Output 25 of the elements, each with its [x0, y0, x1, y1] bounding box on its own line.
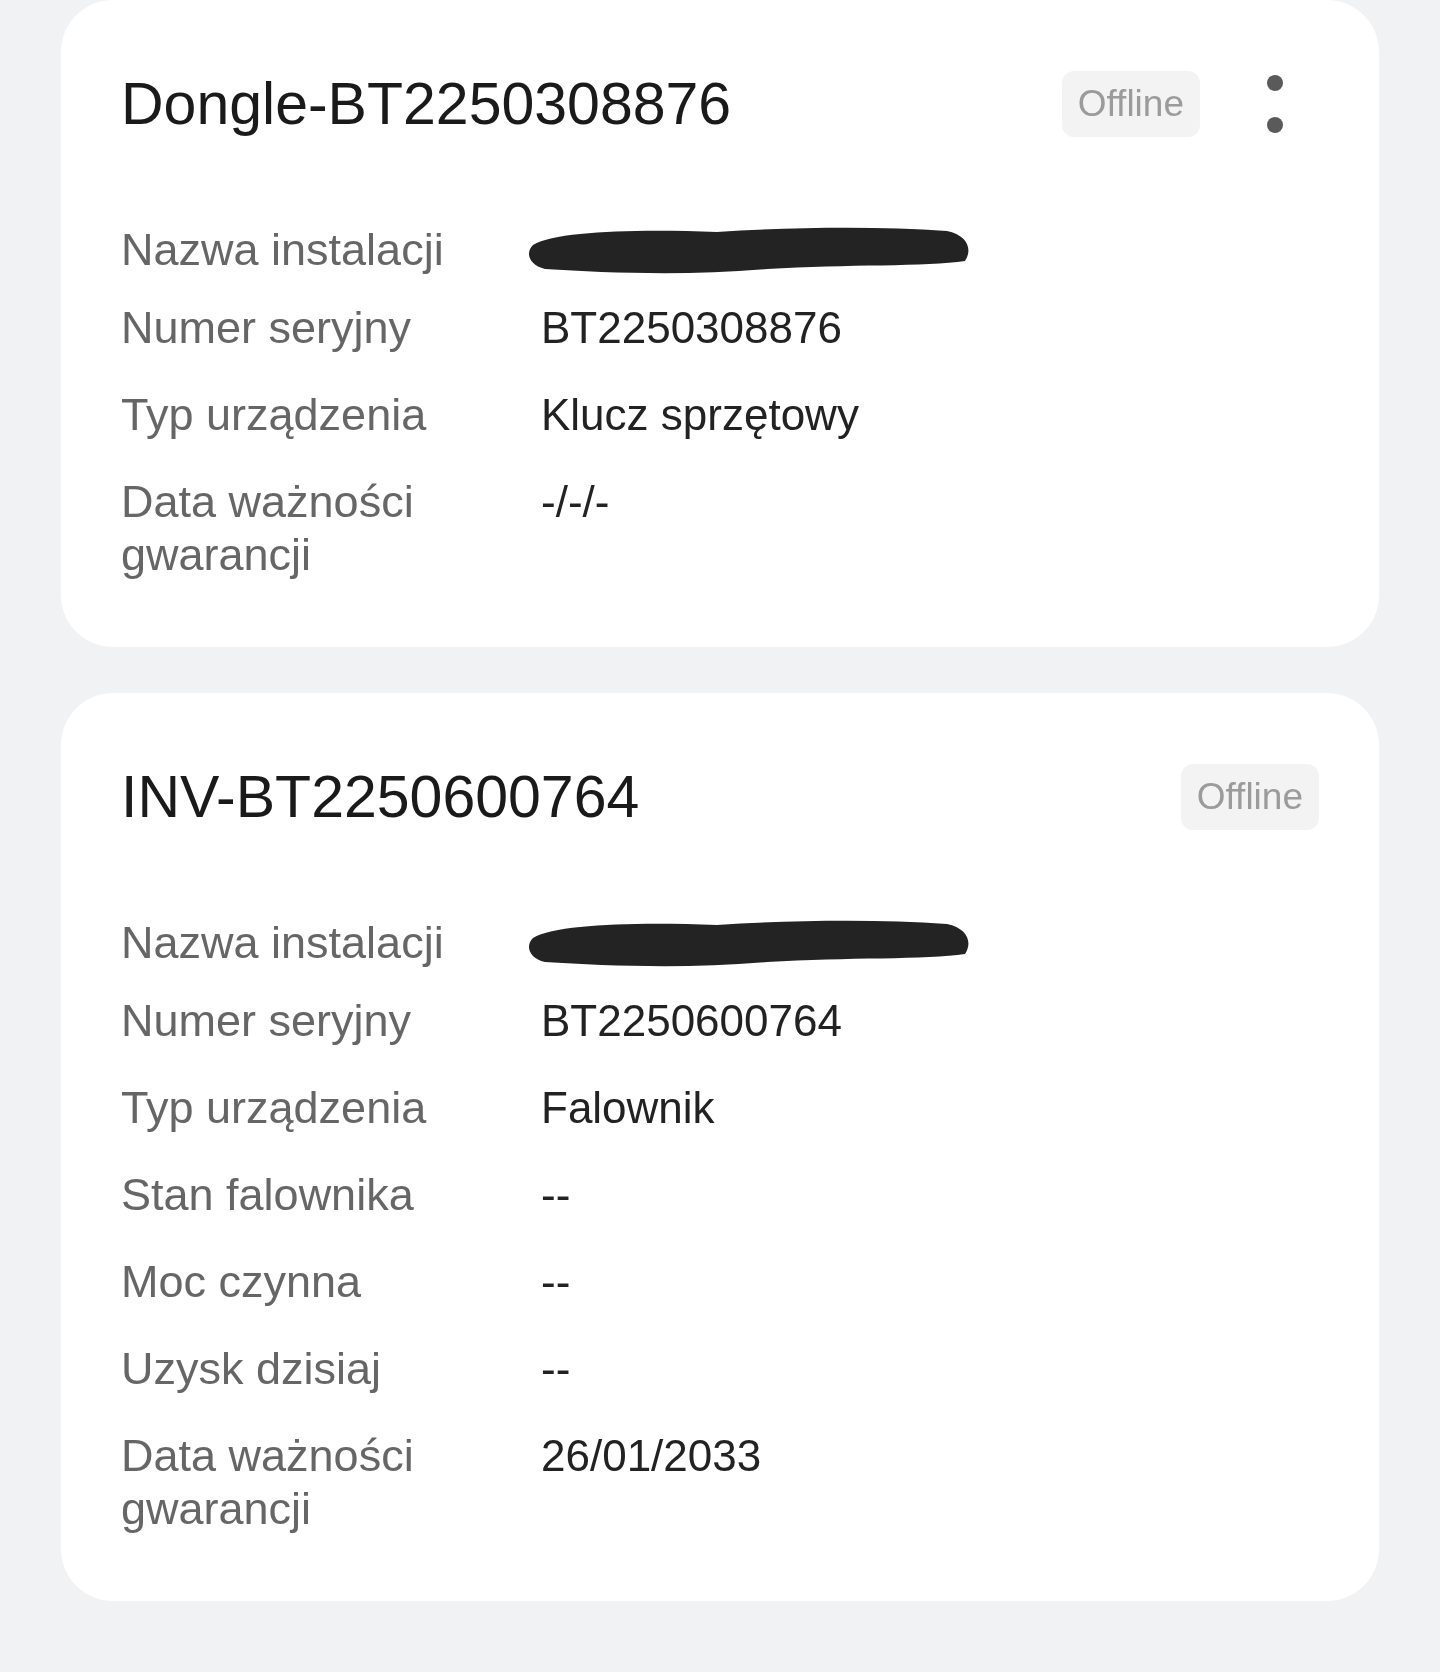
field-value: Klucz sprzętowy — [541, 389, 859, 441]
field-label: Nazwa instalacji — [121, 916, 445, 969]
field-value: -- — [541, 1256, 571, 1308]
field-value: -- — [541, 1343, 571, 1395]
field-label: Typ urządzenia — [121, 388, 428, 441]
field-value: 26/01/2033 — [541, 1430, 762, 1482]
field-label: Numer seryjny — [121, 301, 413, 354]
field-label: Nazwa instalacji — [121, 223, 445, 276]
status-badge: Offline — [1061, 71, 1200, 137]
device-title: Dongle-BT2250308876 — [121, 70, 733, 138]
field-label: Data ważności gwarancji — [121, 1429, 415, 1535]
field-value: -- — [541, 1169, 571, 1221]
field-value: -/-/- — [541, 476, 610, 528]
status-badge: Offline — [1180, 764, 1319, 830]
device-title: INV-BT2250600764 — [121, 763, 641, 831]
field-label: Moc czynna — [121, 1255, 363, 1308]
field-label: Data ważności gwarancji — [121, 475, 415, 581]
field-value: Falownik — [541, 1082, 715, 1134]
field-value: BT2250308876 — [541, 302, 842, 354]
field-label: Uzysk dzisiaj — [121, 1342, 383, 1395]
field-label: Typ urządzenia — [121, 1081, 428, 1134]
vertical-dots-icon — [1267, 75, 1283, 133]
field-label: Numer seryjny — [121, 994, 413, 1047]
field-value: BT2250600764 — [541, 995, 842, 1047]
field-label: Stan falownika — [121, 1168, 415, 1221]
